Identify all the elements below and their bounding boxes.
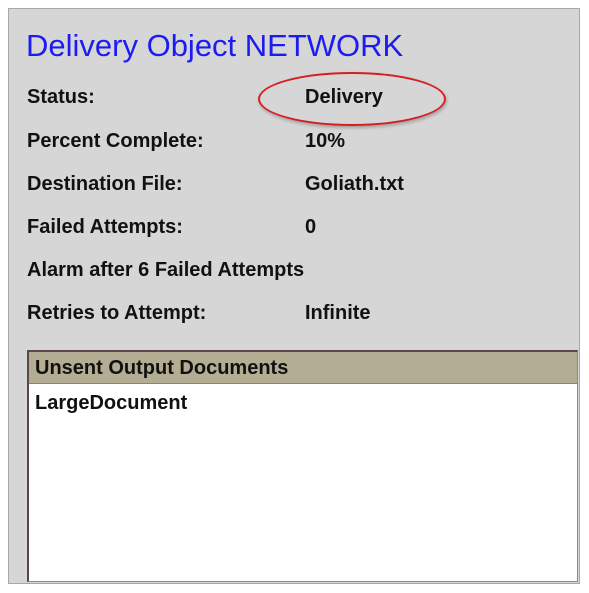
alarm-threshold-text: Alarm after 6 Failed Attempts — [27, 259, 305, 281]
status-value: Delivery — [305, 86, 383, 108]
panel-title: Delivery Object NETWORK — [26, 28, 404, 63]
unsent-documents-header[interactable]: Unsent Output Documents — [29, 352, 577, 384]
retries-value: Infinite — [305, 302, 371, 324]
status-label: Status: — [27, 86, 95, 108]
percent-complete-value: 10% — [305, 130, 346, 152]
percent-complete-label: Percent Complete: — [27, 130, 204, 152]
unsent-documents-list[interactable]: Unsent Output Documents LargeDocument — [27, 350, 578, 582]
failed-attempts-label: Failed Attempts: — [27, 216, 183, 238]
failed-attempts-value: 0 — [305, 216, 317, 238]
destination-file-value: Goliath.txt — [305, 173, 404, 195]
destination-file-label: Destination File: — [27, 173, 183, 195]
list-item[interactable]: LargeDocument — [29, 388, 577, 418]
retries-label: Retries to Attempt: — [27, 302, 207, 324]
